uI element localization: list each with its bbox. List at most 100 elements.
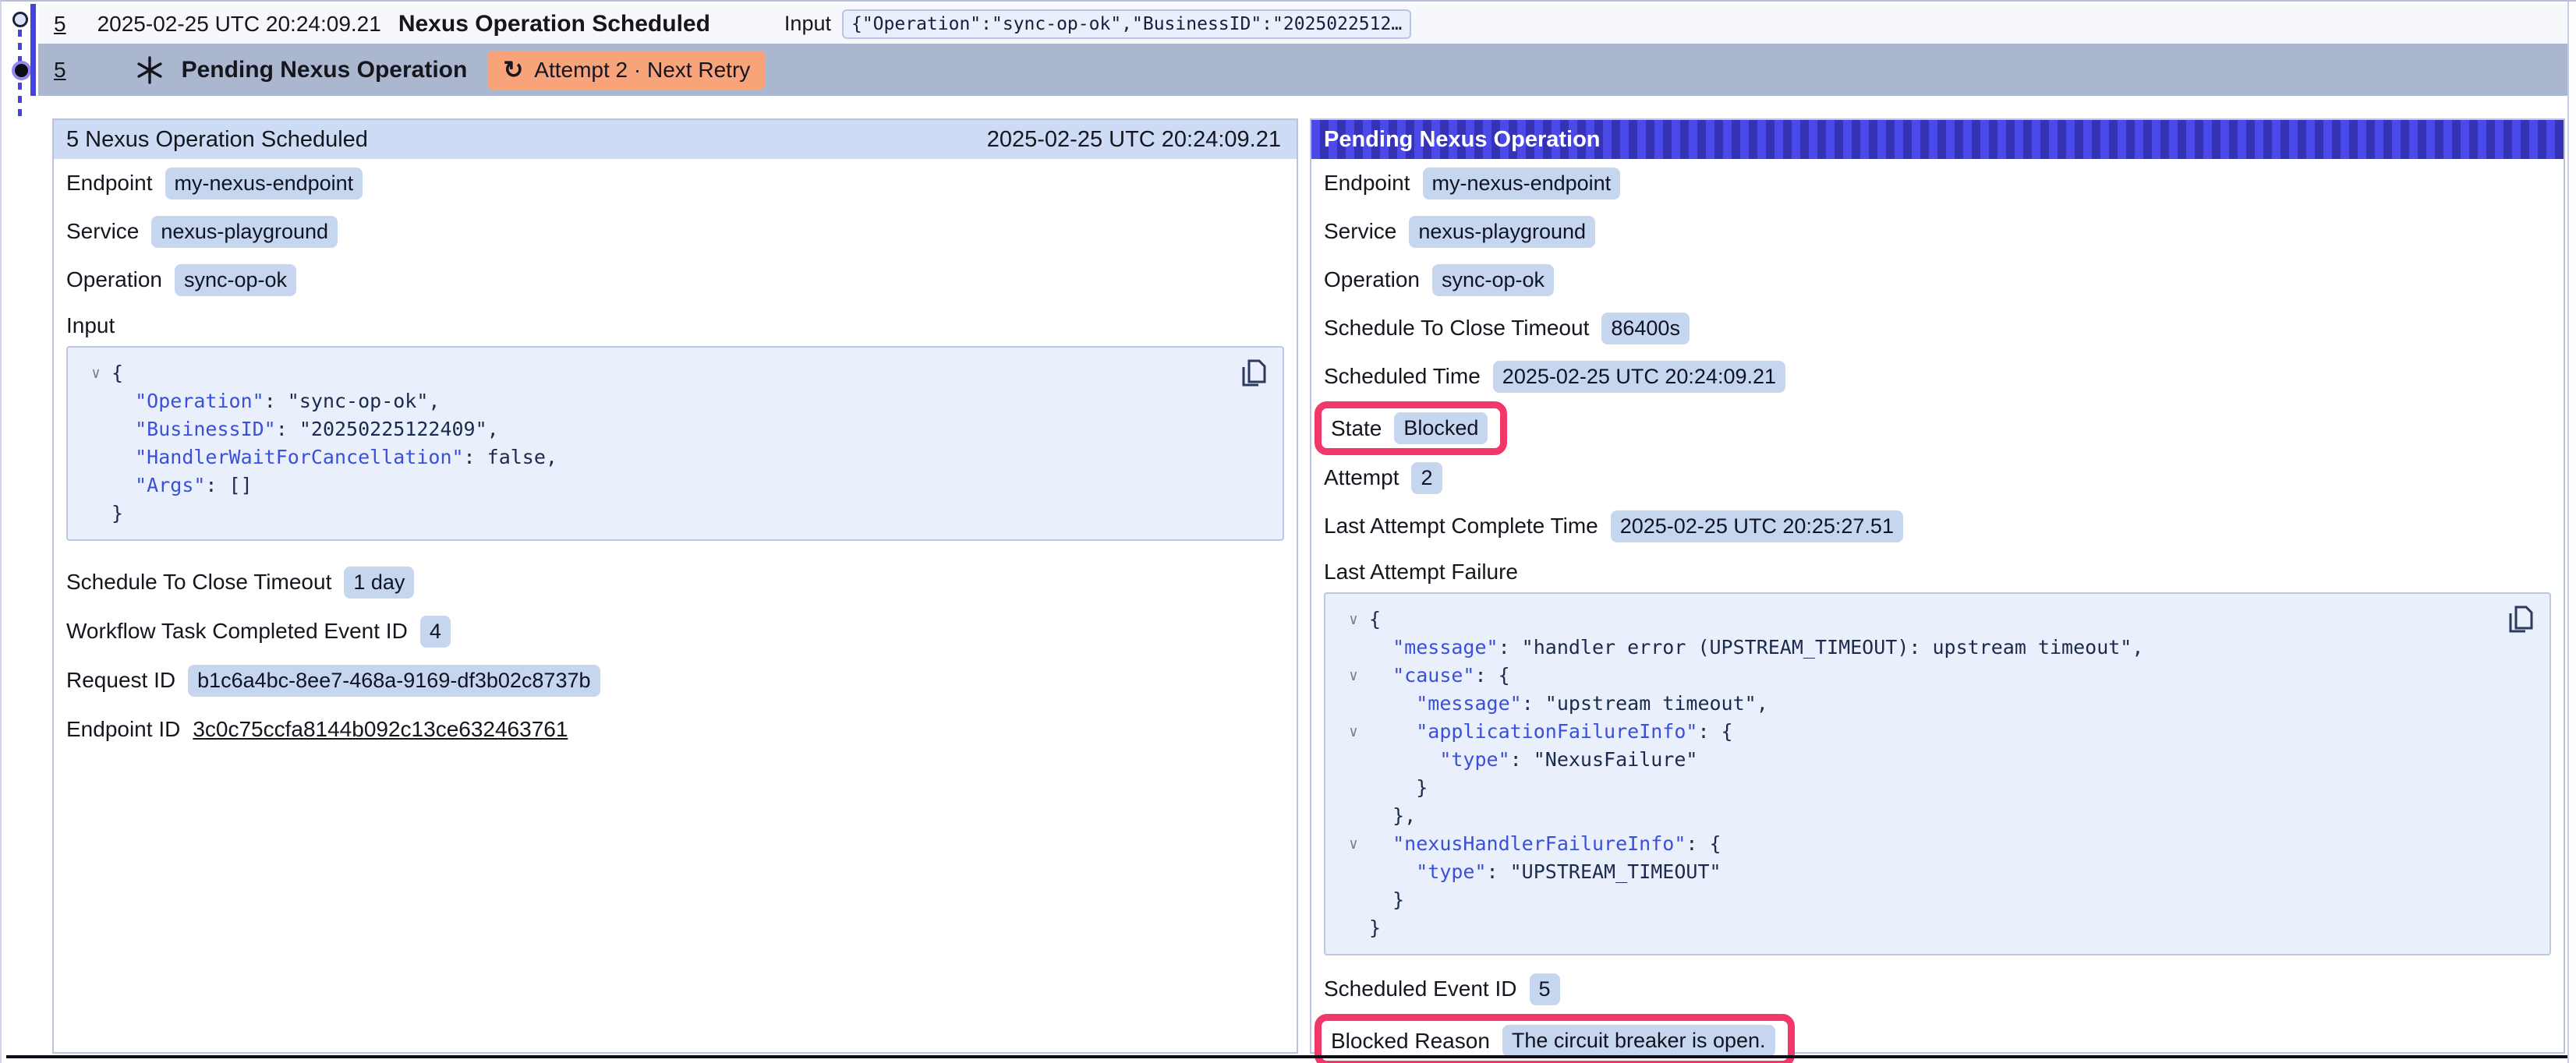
code-text: { [1369,606,1381,634]
scrollbar[interactable] [2567,2,2576,1063]
copy-icon[interactable] [2507,605,2534,634]
code-line: "BusinessID": "20250225122409", [80,415,1236,443]
field-label: Operation [66,267,162,292]
field-row-request-id: Request ID b1c6a4bc-8ee7-468a-9169-df3b02… [66,664,1284,697]
field-value-badge: sync-op-ok [1432,264,1554,296]
code-gutter [1338,914,1369,942]
code-line: "type": "NexusFailure" [1338,746,2503,774]
retry-status-badge: ↻ Attempt 2 · Next Retry [487,51,766,90]
code-line: ∨{ [1338,606,2503,634]
field-label: Request ID [66,668,175,693]
panel-title: Pending Nexus Operation [1324,127,1601,153]
code-gutter [1338,858,1369,886]
field-row-schedule-to-close-timeout: Schedule To Close Timeout1 day [66,566,1284,599]
collapse-chevron-icon[interactable]: ∨ [1338,662,1369,690]
pending-asterisk-icon [133,54,166,87]
code-gutter [1338,774,1369,802]
field-label: Schedule To Close Timeout [1324,316,1589,341]
code-gutter [1338,634,1369,662]
event-history-view: 5 2025-02-25 UTC 20:24:09.21 Nexus Opera… [0,0,2576,1063]
field-row-schedule-to-close-timeout: Schedule To Close Timeout 86400s [1324,312,2551,344]
code-text: } [111,500,123,528]
field-value-link[interactable]: 3c0c75ccfa8144b092c13ce632463761 [193,717,568,742]
field-row-inner: Endpoint ID3c0c75ccfa8144b092c13ce632463… [66,717,568,742]
event-timestamp: 2025-02-25 UTC 20:24:09.21 [97,12,381,37]
code-line: ∨ "applicationFailureInfo": { [1338,718,2503,746]
field-label: Attempt [1324,465,1399,490]
field-value-badge: 2025-02-25 UTC 20:24:09.21 [1493,361,1785,393]
scheduled-event-detail-panel: 5 Nexus Operation Scheduled 2025-02-25 U… [52,118,1298,1054]
field-row-inner: Servicenexus-playground [1324,216,1595,248]
code-line: } [1338,774,2503,802]
collapse-chevron-icon[interactable]: ∨ [1338,718,1369,746]
code-line: } [1338,886,2503,914]
retry-icon: ↻ [503,58,523,82]
field-row-endpoint: Endpointmy-nexus-endpoint [1324,167,2551,200]
field-row-inner: Schedule To Close Timeout 86400s [1324,313,1690,344]
field-value-badge: b1c6a4bc-8ee7-468a-9169-df3b02c8737b [188,665,600,697]
code-gutter [1338,746,1369,774]
code-gutter [1338,690,1369,718]
field-value-badge: Blocked [1394,412,1488,444]
field-row-endpoint-id: Endpoint ID3c0c75ccfa8144b092c13ce632463… [66,713,1284,746]
field-label: Scheduled Time [1324,364,1481,389]
retry-badge-label: Attempt 2 · Next Retry [534,58,750,83]
annotation-highlight-box: State Blocked [1315,401,1507,455]
code-line: "Operation": "sync-op-ok", [80,387,1236,415]
code-line: ∨ "nexusHandlerFailureInfo": { [1338,830,2503,858]
code-line: "HandlerWaitForCancellation": false, [80,443,1236,471]
code-text: "applicationFailureInfo": { [1369,718,1733,746]
collapse-chevron-icon[interactable]: ∨ [1338,606,1369,634]
field-value-badge: nexus-playground [151,216,338,248]
field-value-badge: my-nexus-endpoint [165,168,363,200]
code-line: "message": "upstream timeout", [1338,690,2503,718]
field-row-operation: Operationsync-op-ok [66,263,1284,296]
field-row-inner: Endpointmy-nexus-endpoint [1324,168,1620,200]
panel-title: 5 Nexus Operation Scheduled [66,127,368,153]
code-line: } [1338,914,2503,942]
event-input-preview-badge[interactable]: {"Operation":"sync-op-ok","BusinessID":"… [842,9,1411,39]
field-row-scheduled-time: Scheduled Time 2025-02-25 UTC 20:24:09.21 [1324,360,2551,393]
field-row-inner: Endpointmy-nexus-endpoint [66,168,363,200]
code-text: "type": "NexusFailure" [1369,746,1697,774]
bottom-divider [6,1055,2576,1058]
field-row-inner: Scheduled Event ID5 [1324,973,1560,1005]
code-text: "Args": [] [111,471,253,500]
field-row-endpoint: Endpointmy-nexus-endpoint [66,167,1284,200]
field-row-inner: Operationsync-op-ok [66,264,296,296]
timeline-start-node-icon [12,12,28,27]
json-section-label: Last Attempt Failure [1324,560,2551,584]
field-value-badge: 2 [1411,462,1442,494]
field-row-attempt: Attempt 2 [1324,461,2551,494]
event-id-link[interactable]: 5 [54,58,66,83]
field-value-badge: 1 day [344,567,414,599]
code-gutter [80,471,111,500]
pending-operation-detail-panel: Pending Nexus Operation Endpointmy-nexus… [1310,118,2565,1054]
code-text: "message": "handler error (UPSTREAM_TIME… [1369,634,2143,662]
event-id-link[interactable]: 5 [54,12,66,37]
input-json-viewer: ∨{ "Operation": "sync-op-ok", "BusinessI… [66,346,1284,541]
field-row-inner: Attempt 2 [1324,462,1442,494]
event-row-scheduled[interactable]: 5 2025-02-25 UTC 20:24:09.21 Nexus Opera… [38,4,2568,44]
copy-icon[interactable] [1240,358,1267,388]
field-row-operation: Operationsync-op-ok [1324,263,2551,296]
code-text: }, [1369,802,1416,830]
field-row-inner: Schedule To Close Timeout1 day [66,567,414,599]
field-label: State [1331,416,1382,441]
code-gutter [80,387,111,415]
field-value-badge: 86400s [1601,313,1690,344]
panel-header: Pending Nexus Operation [1311,120,2564,159]
collapse-chevron-icon[interactable]: ∨ [80,359,111,387]
code-text: } [1369,914,1381,942]
code-text: "Operation": "sync-op-ok", [111,387,440,415]
code-text: } [1369,774,1428,802]
field-row-inner: Workflow Task Completed Event ID4 [66,616,451,648]
field-row-scheduled-event-id: Scheduled Event ID5 [1324,973,2551,1005]
field-label: Blocked Reason [1331,1029,1490,1054]
code-line: "Args": [] [80,471,1236,500]
code-line: ∨{ [80,359,1236,387]
collapse-chevron-icon[interactable]: ∨ [1338,830,1369,858]
code-gutter [80,415,111,443]
field-label: Last Attempt Complete Time [1324,514,1598,539]
pending-operation-row[interactable]: 5 Pending Nexus Operation ↻ Attempt 2 · … [38,44,2568,96]
